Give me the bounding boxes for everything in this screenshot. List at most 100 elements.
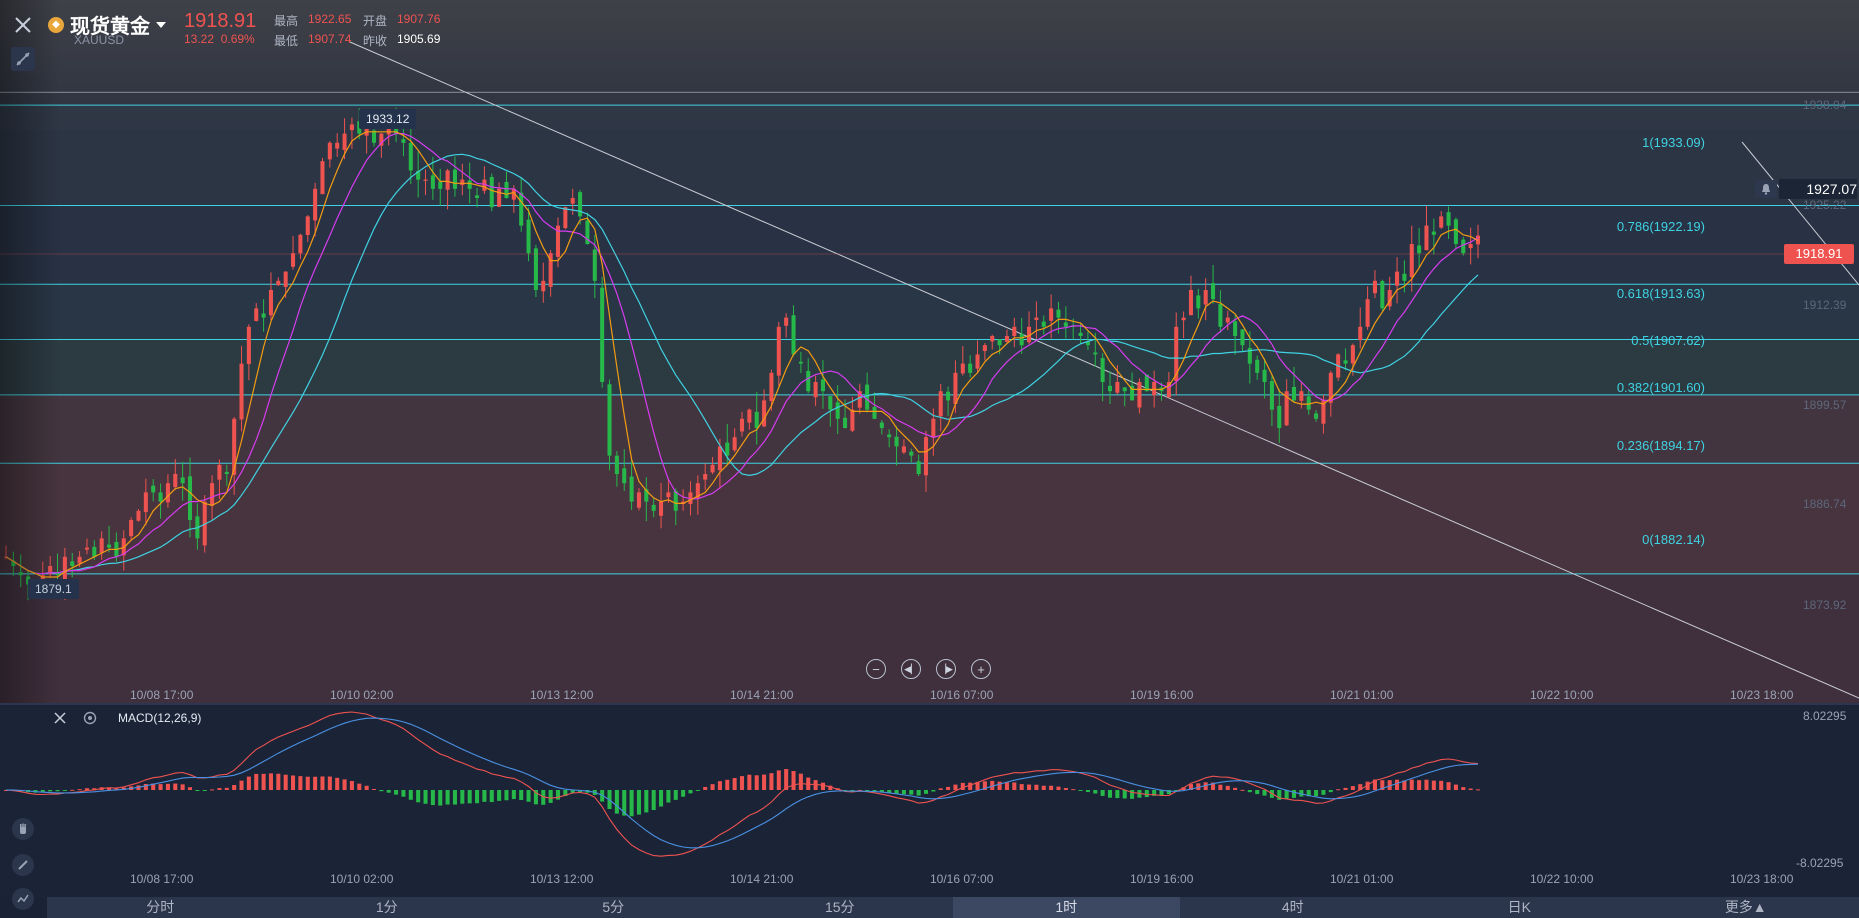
low-price-tag: 1879.1 xyxy=(28,579,79,599)
macd-bar xyxy=(313,776,318,790)
macd-bar xyxy=(931,790,936,792)
macd-bar xyxy=(445,790,450,805)
macd-bar xyxy=(70,789,75,791)
macd-bar xyxy=(776,770,781,790)
candle-body xyxy=(1196,295,1201,309)
candle-body xyxy=(1152,382,1157,396)
x-axis-label: 10/22 10:00 xyxy=(1530,872,1594,886)
prev-close-label: 昨收 xyxy=(363,34,388,48)
candle-body xyxy=(909,451,914,456)
macd-bar xyxy=(916,790,921,796)
draw-tool-icon[interactable] xyxy=(10,46,36,72)
tab-timeframe[interactable]: 1分 xyxy=(274,897,501,918)
candle-body xyxy=(636,492,641,508)
candle-body xyxy=(923,437,929,476)
skip-forward-button[interactable]: ▕▶ xyxy=(936,659,956,679)
macd-bar xyxy=(1468,788,1473,790)
candle-body xyxy=(430,175,435,189)
candle-body xyxy=(1233,321,1238,336)
candle-body xyxy=(865,384,870,410)
macd-bar xyxy=(1446,782,1451,790)
open-label: 开盘 xyxy=(363,14,388,28)
candle-body xyxy=(997,339,1002,346)
macd-bar xyxy=(1056,786,1061,790)
macd-axis-top: 8.02295 xyxy=(1803,709,1847,723)
macd-bar xyxy=(327,776,332,790)
fib-label: 0.236(1894.17) xyxy=(1616,438,1705,453)
macd-bar xyxy=(475,790,480,804)
macd-bar xyxy=(1041,785,1046,790)
macd-bar xyxy=(791,771,796,790)
x-axis-label: 10/14 21:00 xyxy=(730,688,794,702)
macd-bar xyxy=(1233,787,1238,790)
candle-body xyxy=(1358,326,1363,341)
candle-body xyxy=(968,363,973,373)
zoom-controls: − ◀▏ ▕▶ + xyxy=(866,659,991,679)
x-axis-label: 10/23 18:00 xyxy=(1730,688,1794,702)
candle-body xyxy=(305,216,310,235)
macd-bar xyxy=(946,786,951,790)
candle-body xyxy=(107,544,112,548)
high-label: 最高 xyxy=(274,14,299,28)
candle-body xyxy=(1240,329,1245,346)
candle-body xyxy=(850,409,855,431)
candle-body xyxy=(784,317,789,326)
macd-bar xyxy=(732,778,737,790)
candle-body xyxy=(1137,382,1142,408)
candle-body xyxy=(298,234,303,254)
candle-body xyxy=(982,345,987,352)
tab-timeframe-active[interactable]: 1时 xyxy=(953,897,1180,918)
candle-body xyxy=(313,188,318,221)
macd-bar xyxy=(1439,780,1444,790)
macd-bar xyxy=(217,788,222,790)
close-icon[interactable] xyxy=(10,12,36,38)
macd-bar xyxy=(291,775,296,790)
candle-body xyxy=(1402,273,1407,281)
macd-bar xyxy=(394,790,399,795)
macd-bar xyxy=(1078,790,1083,791)
alert-price-tag[interactable]: 1927.07 xyxy=(1779,179,1857,199)
zoom-out-button[interactable]: − xyxy=(866,659,886,679)
candle-body xyxy=(710,464,715,473)
macd-bar xyxy=(872,790,877,792)
macd-bar xyxy=(1328,790,1333,793)
hand-tool-icon[interactable] xyxy=(12,818,34,840)
candle-body xyxy=(320,161,325,195)
candle-body xyxy=(806,370,811,392)
tab-timeframe[interactable]: 5分 xyxy=(500,897,727,918)
caret-down-icon[interactable] xyxy=(156,21,166,28)
pencil-icon[interactable] xyxy=(12,854,34,876)
candle-body xyxy=(776,326,781,376)
macd-bar xyxy=(1107,790,1113,798)
candle-body xyxy=(268,290,273,316)
candle-body xyxy=(99,538,104,553)
candle-body xyxy=(1012,326,1017,337)
indicator-icon[interactable] xyxy=(12,888,34,910)
tab-more[interactable]: 更多▲ xyxy=(1633,897,1859,918)
macd-bar xyxy=(224,787,229,790)
macd-bar xyxy=(1453,784,1458,790)
candle-body xyxy=(1439,216,1444,228)
macd-bar xyxy=(364,785,369,790)
macd-bar xyxy=(187,787,193,790)
macd-close-icon[interactable] xyxy=(52,710,68,731)
candle-body xyxy=(820,379,825,392)
tab-timeframe[interactable]: 4时 xyxy=(1180,897,1407,918)
candle-body xyxy=(1409,244,1414,278)
chart-canvas[interactable] xyxy=(0,0,1859,918)
macd-settings-icon[interactable] xyxy=(82,710,98,731)
candle-body xyxy=(754,411,759,428)
y-axis-label: 1886.74 xyxy=(1803,497,1847,511)
macd-bar xyxy=(62,790,67,791)
macd-bar xyxy=(210,789,215,791)
candle-body xyxy=(1453,219,1458,244)
tab-timeframe[interactable]: 日K xyxy=(1406,897,1633,918)
skip-back-button[interactable]: ◀▏ xyxy=(901,659,921,679)
bell-icon[interactable] xyxy=(1755,180,1777,198)
macd-bar xyxy=(968,782,973,790)
tab-timeframe[interactable]: 15分 xyxy=(727,897,954,918)
zoom-in-button[interactable]: + xyxy=(971,659,991,679)
fib-label: 0.786(1922.19) xyxy=(1616,219,1705,234)
fib-bands xyxy=(0,105,1859,704)
tab-timeframe[interactable]: 分时 xyxy=(47,897,274,918)
